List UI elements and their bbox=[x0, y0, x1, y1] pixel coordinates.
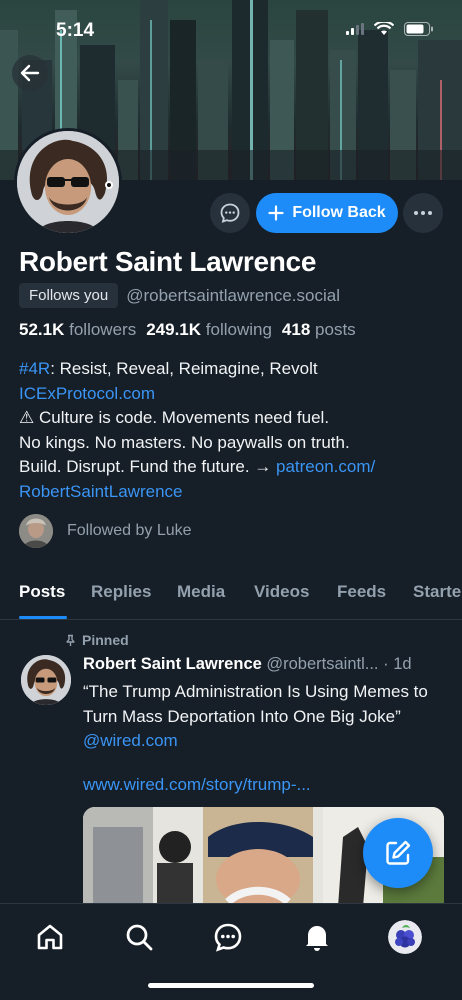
more-options-button[interactable] bbox=[403, 193, 443, 233]
hashtag-link[interactable]: #4R bbox=[19, 359, 50, 378]
status-time: 5:14 bbox=[56, 20, 95, 41]
follows-you-badge: Follows you bbox=[19, 283, 119, 308]
post-author-handle[interactable]: @robertsaintl... bbox=[266, 655, 378, 673]
tab-media[interactable]: Media bbox=[177, 582, 225, 602]
profile-stats: 52.1K followers 249.1K following 418 pos… bbox=[19, 320, 356, 340]
nav-notifications[interactable] bbox=[300, 920, 334, 954]
profile-tabs: Posts Replies Media Videos Feeds Starter bbox=[0, 572, 462, 620]
follow-back-label: Follow Back bbox=[292, 204, 386, 221]
nav-search[interactable] bbox=[122, 920, 156, 954]
status-icons bbox=[346, 22, 434, 36]
arrow-left-icon bbox=[20, 64, 40, 82]
pin-icon bbox=[66, 634, 75, 646]
following-stat[interactable]: 249.1K following bbox=[146, 320, 272, 340]
profile-bio: #4R: Resist, Reveal, Reimagine, Revolt I… bbox=[19, 357, 439, 504]
chat-bubble-icon bbox=[220, 203, 240, 223]
chat-icon bbox=[214, 923, 242, 952]
tab-replies[interactable]: Replies bbox=[91, 582, 151, 602]
home-icon bbox=[37, 924, 63, 950]
tab-posts[interactable]: Posts bbox=[19, 582, 65, 602]
post-age: 1d bbox=[393, 655, 412, 673]
signal-icon bbox=[346, 23, 364, 35]
post-header: Robert Saint Lawrence @robertsaintl... ·… bbox=[83, 655, 412, 673]
followed-by-text: Followed by Luke bbox=[67, 522, 192, 539]
message-button[interactable] bbox=[210, 193, 250, 233]
nav-chat[interactable] bbox=[211, 920, 245, 954]
bio-line: No kings. No masters. No paywalls on tru… bbox=[19, 432, 350, 452]
post-url-link[interactable]: www.wired.com/story/trump-... bbox=[83, 775, 311, 795]
nav-profile[interactable] bbox=[388, 920, 422, 954]
ellipsis-icon bbox=[414, 211, 432, 215]
patreon-link-cont[interactable]: RobertSaintLawrence bbox=[19, 482, 182, 501]
pinned-label: Pinned bbox=[64, 632, 129, 648]
patreon-link[interactable]: patreon.com/ bbox=[276, 457, 375, 476]
tab-starter[interactable]: Starter bbox=[413, 582, 462, 602]
website-link[interactable]: ICExProtocol.com bbox=[19, 384, 155, 403]
followed-by-row[interactable]: Followed by Luke bbox=[19, 514, 192, 548]
followers-stat[interactable]: 52.1K followers bbox=[19, 320, 136, 340]
nav-home[interactable] bbox=[33, 920, 67, 954]
follow-back-button[interactable]: Follow Back bbox=[256, 193, 398, 233]
plus-icon bbox=[268, 205, 284, 221]
tab-videos[interactable]: Videos bbox=[254, 582, 309, 602]
profile-name: Robert Saint Lawrence bbox=[19, 246, 317, 277]
back-button[interactable] bbox=[12, 55, 48, 91]
wifi-icon bbox=[374, 22, 394, 35]
mention-link[interactable]: @wired.com bbox=[83, 731, 178, 750]
post-text: “The Trump Administration Is Using Memes… bbox=[83, 682, 428, 750]
post-author-avatar[interactable] bbox=[21, 655, 71, 705]
search-icon bbox=[126, 924, 153, 951]
follower-avatar bbox=[19, 514, 53, 548]
tab-feeds[interactable]: Feeds bbox=[337, 582, 386, 602]
profile-avatar[interactable] bbox=[14, 128, 122, 236]
home-indicator bbox=[148, 983, 314, 988]
profile-handle[interactable]: @robertsaintlawrence.social bbox=[126, 286, 340, 306]
post-author-name[interactable]: Robert Saint Lawrence bbox=[83, 655, 262, 673]
compose-button[interactable] bbox=[363, 818, 433, 888]
active-tab-indicator bbox=[19, 616, 67, 619]
bio-line: ⚠ Culture is code. Movements need fuel. bbox=[19, 408, 330, 427]
compose-icon bbox=[386, 840, 411, 865]
follows-row: Follows you @robertsaintlawrence.social bbox=[19, 283, 340, 308]
bell-icon bbox=[306, 926, 328, 951]
posts-stat: 418 posts bbox=[281, 320, 356, 339]
profile-avatar-icon bbox=[388, 920, 422, 954]
battery-icon bbox=[404, 22, 433, 36]
